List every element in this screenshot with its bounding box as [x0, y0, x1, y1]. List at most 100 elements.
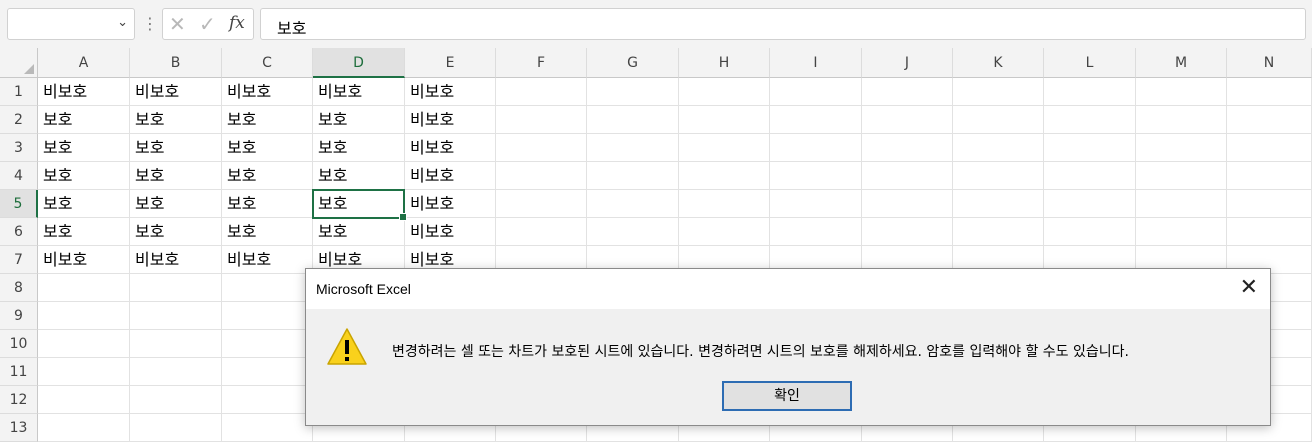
cell-j3[interactable]: [862, 134, 953, 162]
cell-e6[interactable]: 비보호: [405, 218, 496, 246]
cell-j2[interactable]: [862, 106, 953, 134]
cell-e4[interactable]: 비보호: [405, 162, 496, 190]
column-header-d[interactable]: D: [313, 48, 405, 78]
row-header-7[interactable]: 7: [0, 246, 38, 274]
cell-c10[interactable]: [222, 330, 313, 358]
cell-j1[interactable]: [862, 78, 953, 106]
cell-b9[interactable]: [130, 302, 222, 330]
row-header-4[interactable]: 4: [0, 162, 38, 190]
cell-m2[interactable]: [1136, 106, 1227, 134]
close-icon[interactable]: ✕: [1240, 275, 1258, 301]
cell-c13[interactable]: [222, 414, 313, 442]
cell-n2[interactable]: [1227, 106, 1312, 134]
column-header-g[interactable]: G: [587, 48, 679, 78]
cell-b13[interactable]: [130, 414, 222, 442]
cell-n5[interactable]: [1227, 190, 1312, 218]
cell-b1[interactable]: 비보호: [130, 78, 222, 106]
cell-l3[interactable]: [1044, 134, 1136, 162]
cell-l1[interactable]: [1044, 78, 1136, 106]
cell-b7[interactable]: 비보호: [130, 246, 222, 274]
cell-a9[interactable]: [38, 302, 130, 330]
cell-a5[interactable]: 보호: [38, 190, 130, 218]
cell-c4[interactable]: 보호: [222, 162, 313, 190]
column-header-n[interactable]: N: [1227, 48, 1312, 78]
cell-k1[interactable]: [953, 78, 1044, 106]
column-header-l[interactable]: L: [1044, 48, 1136, 78]
row-header-5[interactable]: 5: [0, 190, 38, 218]
cell-a1[interactable]: 비보호: [38, 78, 130, 106]
cell-m6[interactable]: [1136, 218, 1227, 246]
cell-b2[interactable]: 보호: [130, 106, 222, 134]
cell-d3[interactable]: 보호: [313, 134, 405, 162]
cell-b10[interactable]: [130, 330, 222, 358]
cell-a7[interactable]: 비보호: [38, 246, 130, 274]
cell-n1[interactable]: [1227, 78, 1312, 106]
cell-i2[interactable]: [770, 106, 862, 134]
cell-k3[interactable]: [953, 134, 1044, 162]
cell-c2[interactable]: 보호: [222, 106, 313, 134]
cell-n4[interactable]: [1227, 162, 1312, 190]
cell-a13[interactable]: [38, 414, 130, 442]
cell-a2[interactable]: 보호: [38, 106, 130, 134]
cell-l2[interactable]: [1044, 106, 1136, 134]
cell-i4[interactable]: [770, 162, 862, 190]
cell-c5[interactable]: 보호: [222, 190, 313, 218]
cell-d4[interactable]: 보호: [313, 162, 405, 190]
cell-c6[interactable]: 보호: [222, 218, 313, 246]
column-header-b[interactable]: B: [130, 48, 222, 78]
cell-f5[interactable]: [496, 190, 587, 218]
cell-f3[interactable]: [496, 134, 587, 162]
cell-l6[interactable]: [1044, 218, 1136, 246]
cell-c1[interactable]: 비보호: [222, 78, 313, 106]
cell-h5[interactable]: [679, 190, 770, 218]
cell-f1[interactable]: [496, 78, 587, 106]
column-header-a[interactable]: A: [38, 48, 130, 78]
cell-i5[interactable]: [770, 190, 862, 218]
cell-f2[interactable]: [496, 106, 587, 134]
row-header-8[interactable]: 8: [0, 274, 38, 302]
cell-a3[interactable]: 보호: [38, 134, 130, 162]
cell-b5[interactable]: 보호: [130, 190, 222, 218]
cell-h3[interactable]: [679, 134, 770, 162]
cell-j6[interactable]: [862, 218, 953, 246]
column-header-h[interactable]: H: [679, 48, 770, 78]
cell-d1[interactable]: 비보호: [313, 78, 405, 106]
cell-g2[interactable]: [587, 106, 679, 134]
cell-g1[interactable]: [587, 78, 679, 106]
cell-k4[interactable]: [953, 162, 1044, 190]
checkmark-icon[interactable]: ✓: [199, 12, 216, 36]
cell-m5[interactable]: [1136, 190, 1227, 218]
chevron-down-icon[interactable]: ⌄: [117, 15, 128, 30]
cell-h6[interactable]: [679, 218, 770, 246]
cell-h2[interactable]: [679, 106, 770, 134]
cell-d5[interactable]: 보호: [313, 190, 405, 218]
cell-k5[interactable]: [953, 190, 1044, 218]
cell-k2[interactable]: [953, 106, 1044, 134]
column-header-m[interactable]: M: [1136, 48, 1227, 78]
cell-k6[interactable]: [953, 218, 1044, 246]
vertical-ellipsis-icon[interactable]: ⋮: [142, 14, 158, 33]
cell-n3[interactable]: [1227, 134, 1312, 162]
row-header-9[interactable]: 9: [0, 302, 38, 330]
name-box[interactable]: ⌄: [7, 8, 135, 40]
cell-g5[interactable]: [587, 190, 679, 218]
cell-e5[interactable]: 비보호: [405, 190, 496, 218]
cell-a12[interactable]: [38, 386, 130, 414]
cell-a11[interactable]: [38, 358, 130, 386]
column-header-i[interactable]: I: [770, 48, 862, 78]
cell-c7[interactable]: 비보호: [222, 246, 313, 274]
cell-a6[interactable]: 보호: [38, 218, 130, 246]
ok-button[interactable]: 확인: [722, 381, 852, 411]
insert-function-icon[interactable]: fx: [229, 13, 245, 33]
cell-c8[interactable]: [222, 274, 313, 302]
cell-c9[interactable]: [222, 302, 313, 330]
cell-j5[interactable]: [862, 190, 953, 218]
cell-g3[interactable]: [587, 134, 679, 162]
cell-m1[interactable]: [1136, 78, 1227, 106]
cell-n6[interactable]: [1227, 218, 1312, 246]
select-all-corner[interactable]: [0, 48, 38, 78]
row-header-2[interactable]: 2: [0, 106, 38, 134]
cell-g6[interactable]: [587, 218, 679, 246]
row-header-6[interactable]: 6: [0, 218, 38, 246]
cell-e1[interactable]: 비보호: [405, 78, 496, 106]
